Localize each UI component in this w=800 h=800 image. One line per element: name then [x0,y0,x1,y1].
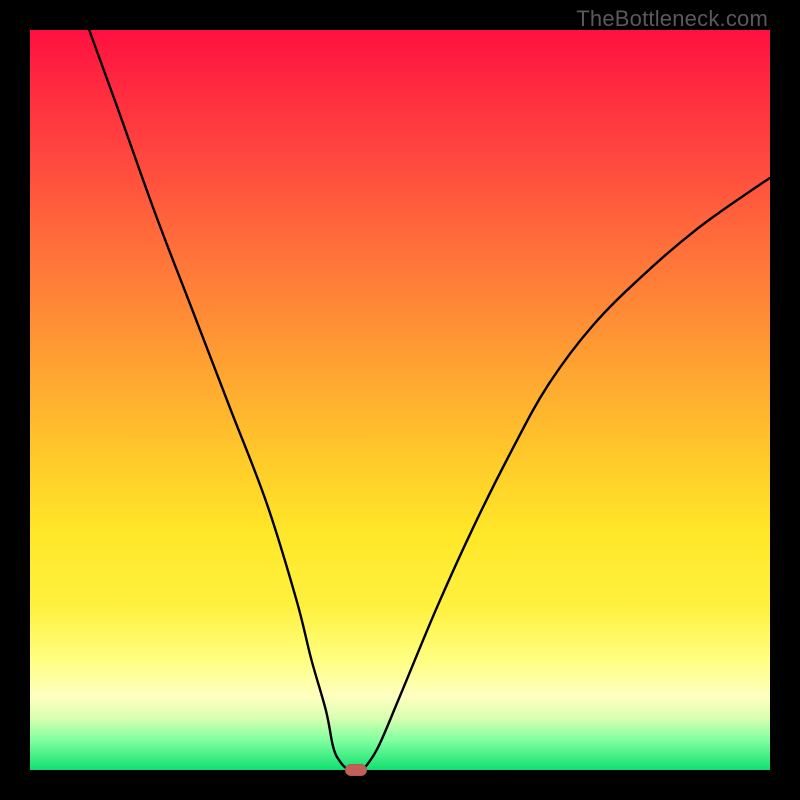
curve-right [363,178,770,770]
curve-svg [30,30,770,770]
watermark-text: TheBottleneck.com [576,6,768,32]
curve-left [89,30,348,770]
plot-area [30,30,770,770]
bottleneck-marker [345,764,367,776]
chart-frame: TheBottleneck.com [0,0,800,800]
